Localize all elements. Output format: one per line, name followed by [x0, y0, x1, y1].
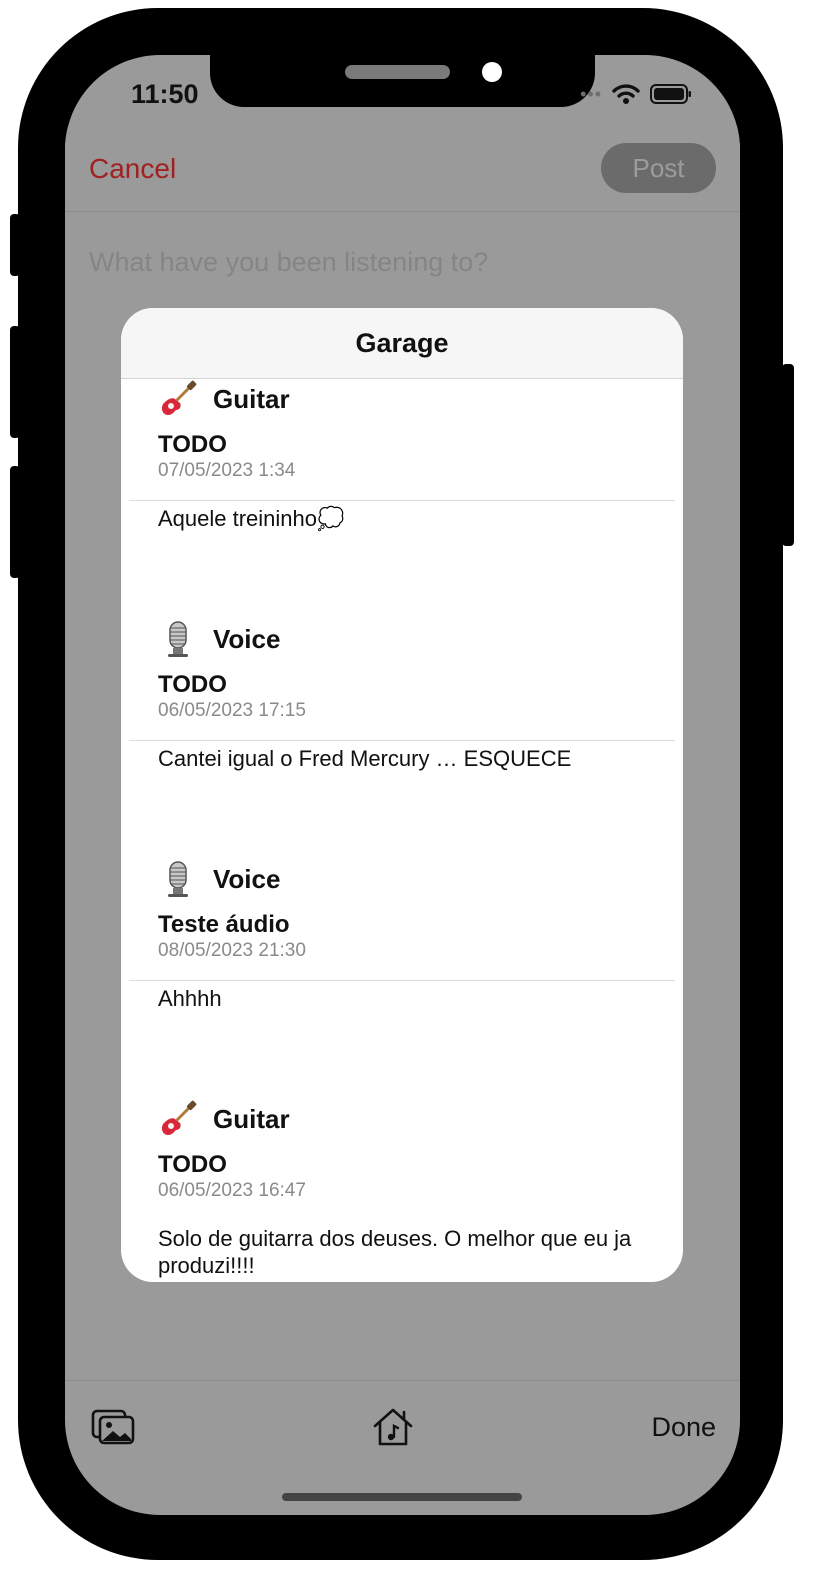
post-text-input[interactable]: What have you been listening to? — [89, 247, 488, 278]
modal-title: Garage — [121, 308, 683, 379]
garage-picker-modal: Garage Guitar TODO 07/05/2023 1:34 Aquel… — [121, 308, 683, 1282]
toolbar-divider — [65, 1380, 740, 1381]
instrument-name: Guitar — [213, 1103, 290, 1134]
entry-title: TODO — [158, 431, 227, 458]
guitar-icon — [161, 1100, 197, 1135]
garage-entry[interactable]: Guitar TODO 07/05/2023 1:34 Aquele trein… — [121, 379, 683, 531]
instrument-row: Guitar — [158, 379, 290, 419]
garage-entry[interactable]: Voice Teste áudio 08/05/2023 21:30 Ahhhh — [121, 741, 683, 1011]
garage-list-content: Guitar TODO 07/05/2023 1:34 Aquele trein… — [121, 379, 683, 1278]
photo-library-icon[interactable] — [91, 1409, 135, 1445]
cancel-button[interactable]: Cancel — [89, 153, 176, 185]
wifi-icon — [612, 84, 640, 104]
silent-switch — [10, 214, 20, 276]
status-icons: ••• — [580, 83, 692, 105]
entry-title: TODO — [158, 671, 227, 698]
entry-date: 06/05/2023 17:15 — [158, 700, 306, 721]
instrument-name: Voice — [213, 863, 281, 894]
entry-date: 06/05/2023 16:47 — [158, 1180, 306, 1201]
speaker-grille — [345, 65, 450, 79]
instrument-name: Guitar — [213, 383, 290, 414]
entry-text: Solo de guitarra dos deuses. O melhor qu… — [158, 1226, 632, 1278]
notch — [210, 55, 595, 107]
microphone-icon — [168, 861, 188, 897]
music-house-icon[interactable] — [371, 1406, 415, 1448]
screen: 11:50 ••• Cancel Post What have you been… — [65, 55, 740, 1515]
compose-navbar: Cancel Post — [65, 125, 740, 213]
signal-dots: ••• — [580, 83, 602, 104]
power-button — [782, 364, 794, 546]
entry-date: 08/05/2023 21:30 — [158, 940, 306, 961]
volume-down-button — [10, 466, 20, 578]
garage-entry[interactable]: Voice TODO 06/05/2023 17:15 Cantei igual… — [121, 501, 683, 771]
entry-date: 07/05/2023 1:34 — [158, 460, 296, 481]
garage-entry[interactable]: Guitar TODO 06/05/2023 16:47 Solo de gui… — [121, 981, 683, 1278]
entry-title: Teste áudio — [158, 911, 290, 938]
status-time: 11:50 — [131, 79, 199, 109]
microphone-icon — [168, 621, 188, 657]
done-button[interactable]: Done — [651, 1412, 716, 1443]
entry-title: TODO — [158, 1151, 227, 1178]
front-camera — [482, 62, 502, 82]
battery-icon — [650, 84, 691, 104]
instrument-row: Guitar — [158, 1099, 290, 1139]
guitar-icon — [161, 380, 197, 415]
garage-list[interactable]: Guitar TODO 07/05/2023 1:34 Aquele trein… — [121, 379, 683, 1282]
home-indicator[interactable] — [282, 1493, 522, 1501]
navbar-divider — [65, 211, 740, 212]
volume-up-button — [10, 326, 20, 438]
instrument-row: Voice — [158, 859, 280, 899]
post-button[interactable]: Post — [601, 143, 716, 193]
instrument-name: Voice — [213, 623, 281, 654]
instrument-row: Voice — [158, 619, 280, 659]
